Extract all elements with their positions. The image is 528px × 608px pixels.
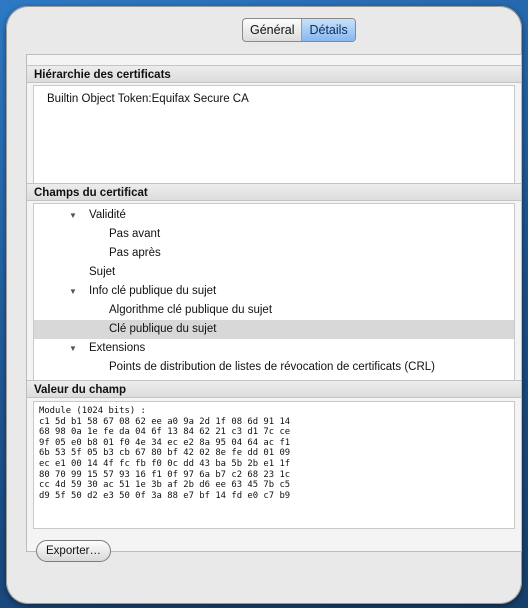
disclosure-triangle-icon[interactable]: ▼: [69, 282, 77, 301]
hierarchy-entry[interactable]: Builtin Object Token:Equifax Secure CA: [47, 93, 249, 105]
disclosure-triangle-icon[interactable]: ▼: [69, 206, 77, 225]
tree-row-info-cle[interactable]: ▼ Info clé publique du sujet: [34, 282, 514, 301]
tree-row-label: Sujet: [89, 266, 116, 278]
tab-details[interactable]: Détails: [302, 19, 355, 41]
tree-row-label: Validité: [89, 209, 126, 221]
tree-row-label: Points de distribution de listes de révo…: [109, 361, 435, 373]
tree-row-crl[interactable]: Points de distribution de listes de révo…: [34, 358, 514, 377]
tree-row-pas-apres[interactable]: Pas après: [34, 244, 514, 263]
hierarchy-heading: Hiérarchie des certificats: [27, 65, 521, 83]
certificate-details-sheet: Général Détails Hiérarchie des certifica…: [6, 6, 522, 604]
export-button[interactable]: Exporter…: [36, 540, 111, 562]
tab-general[interactable]: Général: [243, 19, 303, 41]
tree-row-label: Pas après: [109, 247, 161, 259]
value-text-area[interactable]: Module (1024 bits) : c1 5d b1 58 67 08 6…: [33, 401, 515, 529]
details-panel: Hiérarchie des certificats Builtin Objec…: [26, 54, 522, 552]
tree-row-validite[interactable]: ▼ Validité: [34, 206, 514, 225]
hierarchy-list[interactable]: Builtin Object Token:Equifax Secure CA: [33, 85, 515, 185]
tree-row-extensions[interactable]: ▼ Extensions: [34, 339, 514, 358]
tree-row-sujet[interactable]: Sujet: [34, 263, 514, 282]
fields-tree[interactable]: ▼ Validité Pas avant Pas après Sujet ▼ I…: [33, 203, 515, 382]
field-value-text: Module (1024 bits) : c1 5d b1 58 67 08 6…: [39, 406, 291, 501]
fields-heading: Champs du certificat: [27, 183, 521, 201]
tree-row-pas-avant[interactable]: Pas avant: [34, 225, 514, 244]
disclosure-triangle-icon[interactable]: ▼: [69, 339, 77, 358]
tree-row-label: Algorithme clé publique du sujet: [109, 304, 273, 316]
tree-row-label: Extensions: [89, 342, 146, 354]
tab-bar: Général Détails: [242, 18, 356, 42]
tree-row-algorithme[interactable]: Algorithme clé publique du sujet: [34, 301, 514, 320]
tree-row-label: Info clé publique du sujet: [89, 285, 217, 297]
tree-row-label: Clé publique du sujet: [109, 323, 217, 335]
tree-row-label: Pas avant: [109, 228, 161, 240]
tree-row-cle-publique[interactable]: Clé publique du sujet: [34, 320, 514, 339]
value-heading: Valeur du champ: [27, 380, 521, 398]
